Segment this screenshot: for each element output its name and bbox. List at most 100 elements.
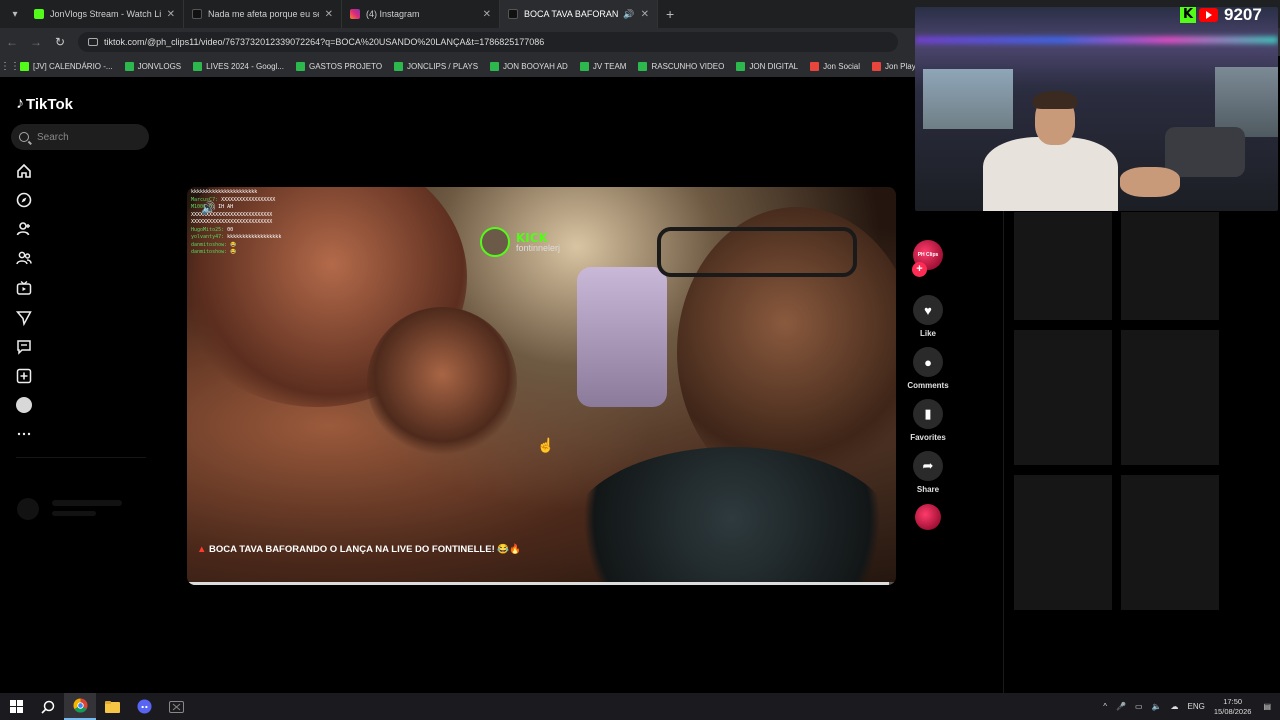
music-disc-icon xyxy=(915,504,941,530)
microphone-icon[interactable]: 🎤 xyxy=(1116,702,1126,711)
language-indicator[interactable]: ENG xyxy=(1188,702,1205,711)
bookmark-label: JON BOOYAH AD xyxy=(503,62,568,71)
video-thumbnail-placeholder[interactable] xyxy=(1014,475,1112,610)
bookmark-item[interactable]: RASCUNHO VIDEO xyxy=(638,62,724,71)
search-icon[interactable] xyxy=(32,693,64,720)
bookmark-item[interactable]: JONVLOGS xyxy=(124,62,181,71)
kick-favicon-icon xyxy=(34,9,44,19)
forward-icon[interactable]: → xyxy=(24,35,48,49)
tab-search-icon[interactable]: ▾ xyxy=(4,3,26,25)
sheets-icon xyxy=(736,62,746,71)
kick-logo-icon: K xyxy=(1180,7,1196,23)
bookmark-item[interactable]: Jon Plays xyxy=(872,62,915,71)
tab-boca-tava[interactable]: BOCA TAVA BAFORANDO 🔊 ✕ xyxy=(500,0,658,28)
video-thumbnail-placeholder[interactable] xyxy=(1121,475,1219,610)
bookmark-label: LIVES 2024 - Googl... xyxy=(206,62,284,71)
sheets-icon xyxy=(490,62,500,71)
caption-text: BOCA TAVA BAFORANDO O LANÇA NA LIVE DO F… xyxy=(209,544,522,555)
video-caption: ▲ BOCA TAVA BAFORANDO O LANÇA NA LIVE DO… xyxy=(197,544,521,555)
live-icon[interactable] xyxy=(16,280,32,296)
tiktok-logo[interactable]: ♪ TikTok xyxy=(16,95,73,113)
back-icon[interactable]: ← xyxy=(0,35,24,49)
following-icon[interactable] xyxy=(16,221,32,237)
video-thumbnail-placeholder[interactable] xyxy=(1121,212,1219,320)
bookmark-icon: ▮ xyxy=(913,399,943,429)
notifications-icon[interactable]: ▤ xyxy=(1263,702,1271,711)
activity-icon[interactable] xyxy=(16,339,32,355)
new-tab-icon[interactable]: + xyxy=(666,6,674,22)
sheets-icon xyxy=(579,62,589,71)
tab-label: JonVlogs Stream - Watch Live o xyxy=(50,9,161,19)
favorites-label: Favorites xyxy=(910,433,946,442)
bookmark-item[interactable]: GASTOS PROJETO xyxy=(295,62,382,71)
more-icon[interactable] xyxy=(16,426,32,442)
bookmark-item[interactable]: JONCLIPS / PLAYS xyxy=(394,62,478,71)
sheets-icon xyxy=(295,62,305,71)
share-arrow-icon: ➦ xyxy=(913,451,943,481)
friends-icon[interactable] xyxy=(16,250,32,266)
chart-icon xyxy=(872,62,882,71)
viewer-count: 9207 xyxy=(1224,5,1262,24)
file-explorer-icon[interactable] xyxy=(96,693,128,720)
video-thumbnail-placeholder[interactable] xyxy=(1014,212,1112,320)
tab-close-icon[interactable]: ✕ xyxy=(167,9,175,20)
share-label: Share xyxy=(916,485,940,494)
streamer-body xyxy=(983,137,1118,211)
chrome-icon[interactable] xyxy=(64,693,96,720)
tab-tiktok-nada[interactable]: Nada me afeta porque eu semp ✕ xyxy=(184,0,342,28)
streamer-avatar xyxy=(480,227,510,257)
network-icon[interactable]: ▭ xyxy=(1135,702,1143,711)
windows-start-icon[interactable] xyxy=(0,693,32,720)
heart-icon: ♥ xyxy=(913,295,943,325)
video-progress-bar[interactable] xyxy=(187,582,896,585)
comments-button[interactable]: ● Comments xyxy=(905,347,951,390)
bookmark-item[interactable]: [JV] CALENDÁRIO -... xyxy=(20,62,113,71)
home-icon[interactable] xyxy=(16,163,32,179)
tab-instagram[interactable]: (4) Instagram ✕ xyxy=(342,0,500,28)
url-input[interactable]: tiktok.com/@ph_clips11/video/76737320123… xyxy=(78,32,898,52)
reload-icon[interactable]: ↻ xyxy=(48,35,72,49)
cloud-icon[interactable]: ☁ xyxy=(1171,702,1179,711)
xbox-app-icon[interactable] xyxy=(160,693,192,720)
clock[interactable]: 17:50 15/08/2026 xyxy=(1214,697,1252,717)
profile-avatar-icon[interactable] xyxy=(16,397,32,413)
webcam-overlay xyxy=(915,7,1278,211)
creator-avatar-button[interactable]: PH Clips + xyxy=(905,240,951,277)
room-window xyxy=(923,69,1013,129)
tab-close-icon[interactable]: ✕ xyxy=(483,9,491,20)
site-info-icon[interactable] xyxy=(88,38,98,46)
search-input[interactable]: Search xyxy=(11,124,149,150)
video-thumbnail-placeholder[interactable] xyxy=(1121,330,1219,465)
explore-icon[interactable] xyxy=(16,192,32,208)
volume-icon[interactable]: 🔈 xyxy=(1152,702,1162,711)
sound-disc-button[interactable] xyxy=(905,504,951,530)
bookmark-item[interactable]: Jon Social xyxy=(810,62,860,71)
video-thumbnail-placeholder[interactable] xyxy=(1014,330,1112,465)
bookmark-item[interactable]: LIVES 2024 - Googl... xyxy=(193,62,284,71)
favorites-button[interactable]: ▮ Favorites xyxy=(905,399,951,442)
bookmark-item[interactable]: JON BOOYAH AD xyxy=(490,62,568,71)
clock-date: 15/08/2026 xyxy=(1213,706,1252,716)
like-label: Like xyxy=(919,329,936,338)
apps-grid-icon[interactable]: ⋮⋮ xyxy=(0,61,20,72)
messages-icon[interactable] xyxy=(16,310,32,326)
show-hidden-icons-chevron-icon[interactable]: ^ xyxy=(1103,702,1107,711)
volume-icon[interactable]: 🔊 xyxy=(201,201,217,217)
tab-close-icon[interactable]: ✕ xyxy=(641,9,649,20)
bookmark-item[interactable]: JV TEAM xyxy=(579,62,626,71)
tab-close-icon[interactable]: ✕ xyxy=(325,9,333,20)
chat-line: yolvanty47: kkkkkkkkkkkkkkkkkk xyxy=(191,234,282,240)
search-icon xyxy=(19,132,29,142)
bookmark-item[interactable]: JON DIGITAL xyxy=(736,62,798,71)
upload-icon[interactable] xyxy=(16,368,32,384)
discord-icon[interactable] xyxy=(128,693,160,720)
follow-plus-icon[interactable]: + xyxy=(912,262,927,277)
video-player[interactable]: kkkkkkkkkkkkkkkkkkkkkk MarcusC7: XXXXXXX… xyxy=(187,187,896,585)
like-button[interactable]: ♥ Like xyxy=(905,295,951,338)
speaker-icon[interactable]: 🔊 xyxy=(623,9,634,20)
share-button[interactable]: ➦ Share xyxy=(905,451,951,494)
sofa xyxy=(1165,127,1245,177)
bookmarks-bar: ⋮⋮ [JV] CALENDÁRIO -... JONVLOGS LIVES 2… xyxy=(0,56,915,77)
tab-jonvlogs[interactable]: JonVlogs Stream - Watch Live o ✕ xyxy=(26,0,184,28)
kick-channel-badge: KICK fontinnelerj xyxy=(480,227,560,257)
